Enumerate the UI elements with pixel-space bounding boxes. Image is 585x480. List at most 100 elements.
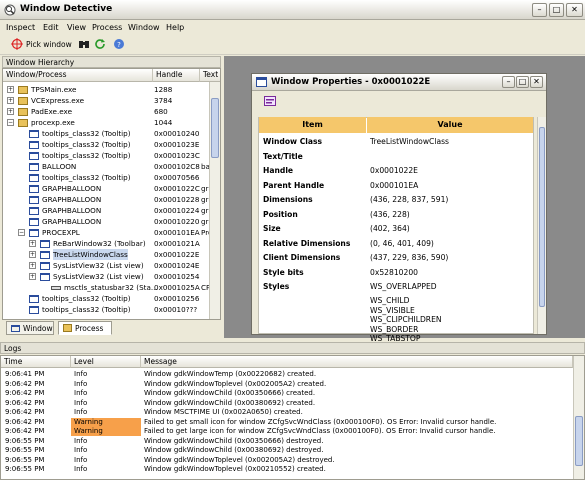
collapse-icon[interactable]: − [7, 119, 14, 126]
log-message: Failed to get small icon for window ZCfg… [144, 417, 497, 426]
tree-row[interactable]: BALLOON0x000102C8balloon [3, 161, 219, 172]
logs-panel-title: Logs [0, 342, 585, 354]
tree-row[interactable]: −PROCEXPL0x000101EAProc [3, 227, 219, 238]
tree-row[interactable]: + ReBarWindow32 (Toolbar) 0x0001021A [3, 238, 219, 249]
tree-row-name: BALLOON [42, 162, 77, 171]
expand-icon[interactable]: + [29, 262, 36, 269]
expand-icon[interactable]: + [7, 86, 14, 93]
tree-row[interactable]: tooltips_class32 (Tooltip) 0x00010256 [3, 293, 219, 304]
window-tab-icon [11, 325, 20, 332]
minimize-button[interactable]: – [532, 3, 547, 17]
expand-icon[interactable]: + [7, 108, 14, 115]
property-row: Handle 0x0001022E [259, 164, 545, 178]
expand-icon[interactable]: + [29, 251, 36, 258]
tree-row[interactable]: tooltips_class32 (Tooltip) 0x0001023C [3, 150, 219, 161]
window-icon [29, 295, 39, 303]
properties-toolbar-icon[interactable] [264, 96, 276, 106]
logs-scrollbar[interactable] [573, 356, 584, 479]
log-row[interactable]: 9:06:42 PM Warning Failed to get small ico… [1, 417, 571, 427]
log-row[interactable]: 9:06:42 PM Info Window gdkWindowChild (0x0… [1, 389, 571, 398]
tree-row[interactable]: + TreeListWindowClass 0x0001022E [3, 249, 219, 260]
tree-row-handle: 0x0001022E [154, 250, 200, 259]
tree-row[interactable]: + TPSMain.exe 1288 [3, 84, 219, 95]
log-row[interactable]: 9:06:55 PM Info Window gdkWindowChild (0x0… [1, 446, 571, 455]
menu-edit[interactable]: Edit [43, 23, 59, 32]
tree-row-handle: 0x00010256 [154, 294, 200, 303]
column-header-handle[interactable]: Handle [153, 69, 200, 82]
hierarchy-tree[interactable]: Window/Process Handle Text + TPSMain.exe 1… [2, 68, 221, 320]
logs-list[interactable]: Time Level Message 9:06:41 PM Info Window … [0, 355, 585, 480]
expand-icon[interactable]: + [7, 97, 14, 104]
crosshair-icon [11, 38, 23, 50]
tree-row-name: GRAPHBALLOON [42, 217, 102, 226]
log-message: Window MSCTFIME UI (0x002A0650) created. [144, 408, 303, 416]
menu-window[interactable]: Window [128, 23, 160, 32]
log-row[interactable]: 9:06:42 PM Info Window gdkWindowChild (0x0… [1, 399, 571, 408]
log-row[interactable]: 9:06:55 PM Info Window gdkWindowToplevel (… [1, 465, 571, 474]
style-flag: WS_CLIPCHILDREN [370, 315, 442, 324]
log-row[interactable]: 9:06:42 PM Info Window gdkWindowToplevel (… [1, 380, 571, 389]
log-time: 9:06:42 PM [5, 398, 45, 407]
binoculars-icon[interactable] [78, 38, 90, 50]
property-value: (402, 364) [370, 224, 410, 233]
menu-inspect[interactable]: Inspect [6, 23, 35, 32]
tree-row[interactable]: tooltips_class32 (Tooltip) 0x0001023E [3, 139, 219, 150]
tree-row[interactable]: tooltips_class32 (Tooltip) 0x00070566 [3, 172, 219, 183]
tree-row-handle: 680 [154, 107, 168, 116]
tree-row[interactable]: − procexp.exe 1044 [3, 117, 219, 128]
log-row[interactable]: 9:06:55 PM Info Window gdkWindowChild (0x0… [1, 437, 571, 446]
log-row[interactable]: 9:06:55 PM Info Window gdkWindowToplevel (… [1, 456, 571, 465]
property-row: Window Class TreeListWindowClass [259, 135, 545, 149]
tree-row[interactable]: tooltips_class32 (Tooltip) 0x00010240 [3, 128, 219, 139]
log-row[interactable]: 9:06:42 PM Warning Failed to get large ico… [1, 427, 571, 436]
menu-help[interactable]: Help [166, 23, 184, 32]
style-flag: WS_CHILD [370, 296, 410, 305]
tree-row[interactable]: msctls_statusbar32 (Sta...0x0001025ACPU [3, 282, 219, 293]
column-header-window[interactable]: Window/Process [3, 69, 153, 82]
tree-row[interactable]: + SysListView32 (List view) 0x00010254 [3, 271, 219, 282]
logs-scroll-thumb[interactable] [575, 416, 583, 466]
toolbar: Pick window ? [0, 35, 585, 55]
tree-row[interactable]: + VCExpress.exe 3784 [3, 95, 219, 106]
column-header-text[interactable]: Text [200, 69, 220, 82]
property-name: Handle [263, 166, 294, 175]
tree-scrollbar[interactable] [209, 82, 220, 319]
menu-view[interactable]: View [67, 23, 86, 32]
tree-row[interactable]: + PadExe.exe 680 [3, 106, 219, 117]
properties-close-button[interactable]: ✕ [530, 76, 543, 88]
tree-row[interactable]: GRAPHBALLOON0x00010220graph [3, 216, 219, 227]
pick-window-button[interactable]: Pick window [26, 40, 72, 49]
tree-row[interactable]: GRAPHBALLOON0x00010224graph [3, 205, 219, 216]
property-name: Dimensions [263, 195, 313, 204]
expand-icon[interactable]: + [29, 273, 36, 280]
window-icon [29, 141, 39, 149]
log-row[interactable]: 9:06:41 PM Info Window gdkWindowTemp (0x00… [1, 370, 571, 379]
tab-window[interactable]: Window [6, 321, 54, 335]
refresh-icon[interactable] [94, 38, 106, 50]
log-message: Window gdkWindowTemp (0x00220682) create… [144, 370, 317, 378]
properties-maximize-button[interactable]: □ [516, 76, 529, 88]
properties-title-bar[interactable]: Window Properties - 0x0001022E – □ ✕ [252, 74, 546, 91]
tree-scroll-thumb[interactable] [211, 98, 219, 158]
tree-row-name: tooltips_class32 (Tooltip) [42, 173, 131, 182]
expand-icon[interactable]: + [29, 240, 36, 247]
menu-process[interactable]: Process [92, 23, 122, 32]
collapse-icon[interactable]: − [18, 229, 25, 236]
properties-minimize-button[interactable]: – [502, 76, 515, 88]
logs-column-time[interactable]: Time [1, 356, 71, 368]
tab-process[interactable]: Process [58, 321, 112, 335]
style-flag: WS_VISIBLE [370, 305, 415, 315]
tree-row[interactable]: GRAPHBALLOON0x0001022Cgraph [3, 183, 219, 194]
log-row[interactable]: 9:06:42 PM Info Window MSCTFIME UI (0x002A… [1, 408, 571, 417]
logs-column-level[interactable]: Level [71, 356, 141, 368]
maximize-button[interactable]: □ [549, 3, 564, 17]
title-bar[interactable]: Window Detective – □ ✕ [0, 0, 585, 20]
app-icon [4, 4, 16, 16]
info-icon[interactable]: ? [113, 38, 125, 50]
close-button[interactable]: ✕ [566, 3, 583, 17]
logs-column-message[interactable]: Message [141, 356, 573, 368]
tree-row[interactable]: + SysListView32 (List view) 0x0001024E [3, 260, 219, 271]
tree-row[interactable]: tooltips_class32 (Tooltip) 0x00010??? [3, 304, 219, 315]
property-value: WS_OVERLAPPED [370, 282, 437, 291]
tree-row[interactable]: GRAPHBALLOON0x00010228graph [3, 194, 219, 205]
